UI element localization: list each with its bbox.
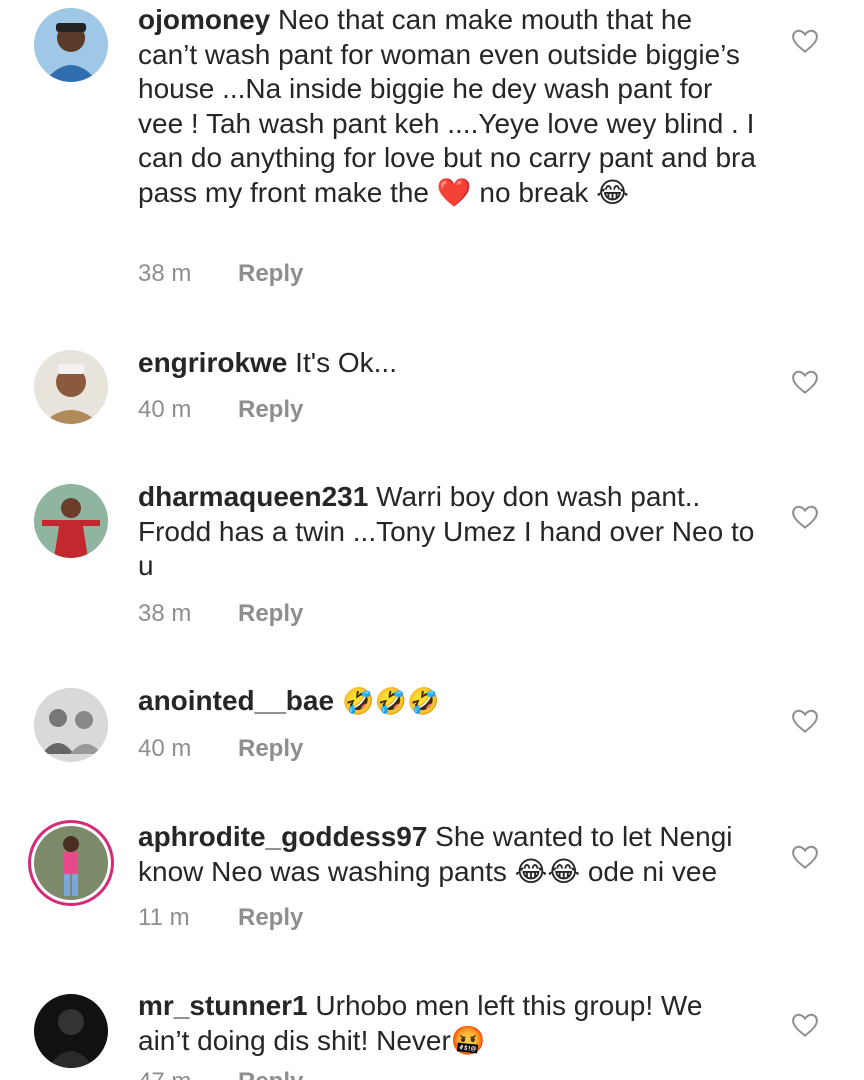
like-button[interactable] xyxy=(790,706,820,736)
comment-meta: 11 m Reply xyxy=(138,904,303,932)
like-button[interactable] xyxy=(790,26,820,56)
comment-text: 🤣🤣🤣 xyxy=(334,687,440,717)
comment-username[interactable]: ojomoney xyxy=(138,4,270,35)
reply-button[interactable]: Reply xyxy=(238,735,303,763)
avatar[interactable] xyxy=(34,484,108,558)
comment-body: aphrodite_goddess97 She wanted to let Ne… xyxy=(138,820,758,889)
comment-text: It's Ok... xyxy=(287,347,397,378)
comment-time: 38 m xyxy=(138,260,192,287)
comment-body: mr_stunner1 Urhobo men left this group! … xyxy=(138,989,758,1058)
comment-username[interactable]: mr_stunner1 xyxy=(138,990,308,1021)
comment-username[interactable]: aphrodite_goddess97 xyxy=(138,821,427,852)
comment-body: ojomoney Neo that can make mouth that he… xyxy=(138,3,758,210)
comment-time: 11 m xyxy=(138,904,190,931)
comment-meta: 47 m Reply xyxy=(138,1068,303,1080)
avatar[interactable] xyxy=(34,994,108,1068)
reply-button[interactable]: Reply xyxy=(238,600,303,628)
comment-body: dharmaqueen231 Warri boy don wash pant..… xyxy=(138,480,758,584)
heart-outline-icon xyxy=(792,370,818,394)
comment-time: 40 m xyxy=(138,735,192,762)
avatar[interactable] xyxy=(34,8,108,82)
comment-meta: 40 m Reply xyxy=(138,735,303,763)
comment-time: 40 m xyxy=(138,396,192,423)
comment-meta: 38 m Reply xyxy=(138,260,303,288)
heart-outline-icon xyxy=(792,1013,818,1037)
reply-button[interactable]: Reply xyxy=(238,904,303,932)
comment-time: 38 m xyxy=(138,600,192,627)
heart-outline-icon xyxy=(792,709,818,733)
comment-username[interactable]: engrirokwe xyxy=(138,347,287,378)
comments-list: ojomoney Neo that can make mouth that he… xyxy=(0,0,864,1080)
like-button[interactable] xyxy=(790,842,820,872)
reply-button[interactable]: Reply xyxy=(238,1068,303,1080)
avatar[interactable] xyxy=(34,350,108,424)
like-button[interactable] xyxy=(790,367,820,397)
heart-outline-icon xyxy=(792,29,818,53)
reply-button[interactable]: Reply xyxy=(238,260,303,288)
comment-meta: 40 m Reply xyxy=(138,396,303,424)
reply-button[interactable]: Reply xyxy=(238,396,303,424)
avatar[interactable] xyxy=(34,826,108,900)
heart-outline-icon xyxy=(792,505,818,529)
like-button[interactable] xyxy=(790,502,820,532)
like-button[interactable] xyxy=(790,1010,820,1040)
heart-outline-icon xyxy=(792,845,818,869)
comment-username[interactable]: anointed__bae xyxy=(138,685,334,716)
comment-body: anointed__bae 🤣🤣🤣 xyxy=(138,684,758,720)
comment-body: engrirokwe It's Ok... xyxy=(138,346,758,381)
avatar[interactable] xyxy=(34,688,108,762)
comment-meta: 38 m Reply xyxy=(138,600,303,628)
comment-time: 47 m xyxy=(138,1068,238,1080)
comment-username[interactable]: dharmaqueen231 xyxy=(138,481,368,512)
